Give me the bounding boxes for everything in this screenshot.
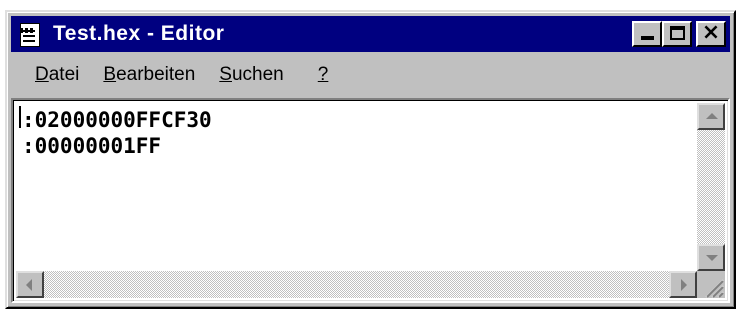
title-bar[interactable]: Test.hex - Editor × — [11, 16, 730, 52]
minimize-icon — [641, 36, 654, 40]
scroll-left-button[interactable] — [16, 271, 44, 298]
vertical-scrollbar[interactable] — [697, 103, 725, 271]
menu-bar: Datei Bearbeiten Suchen ? — [11, 56, 730, 94]
menu-suchen[interactable]: Suchen — [219, 64, 283, 86]
editor-window: Test.hex - Editor × Datei Bearbeiten Suc… — [5, 10, 736, 309]
minimize-button[interactable] — [632, 21, 662, 47]
text-line: :00000001FF — [22, 134, 162, 158]
window-title: Test.hex - Editor — [53, 22, 225, 45]
scroll-up-button[interactable] — [697, 103, 725, 130]
maximize-icon — [670, 26, 685, 40]
text-content[interactable]: :02000000FFCF30 :00000001FF — [16, 103, 698, 271]
arrow-left-icon — [26, 279, 32, 291]
menu-help[interactable]: ? — [318, 64, 329, 86]
maximize-button[interactable] — [662, 21, 692, 47]
close-button[interactable]: × — [696, 20, 726, 47]
notepad-icon[interactable] — [17, 20, 43, 48]
text-line: :02000000FFCF30 — [22, 108, 212, 132]
text-editor[interactable]: :02000000FFCF30 :00000001FF — [11, 98, 730, 303]
menu-bearbeiten[interactable]: Bearbeiten — [103, 64, 195, 86]
scroll-right-button[interactable] — [669, 271, 697, 298]
close-icon: × — [701, 20, 721, 45]
window-controls: × — [632, 20, 726, 47]
arrow-down-icon — [706, 255, 718, 261]
arrow-right-icon — [681, 279, 687, 291]
arrow-up-icon — [706, 113, 718, 119]
scroll-down-button[interactable] — [697, 244, 725, 271]
text-caret — [19, 106, 21, 128]
horizontal-scrollbar[interactable] — [16, 271, 697, 298]
menu-datei[interactable]: Datei — [35, 64, 79, 86]
size-grip-icon[interactable] — [697, 271, 725, 298]
